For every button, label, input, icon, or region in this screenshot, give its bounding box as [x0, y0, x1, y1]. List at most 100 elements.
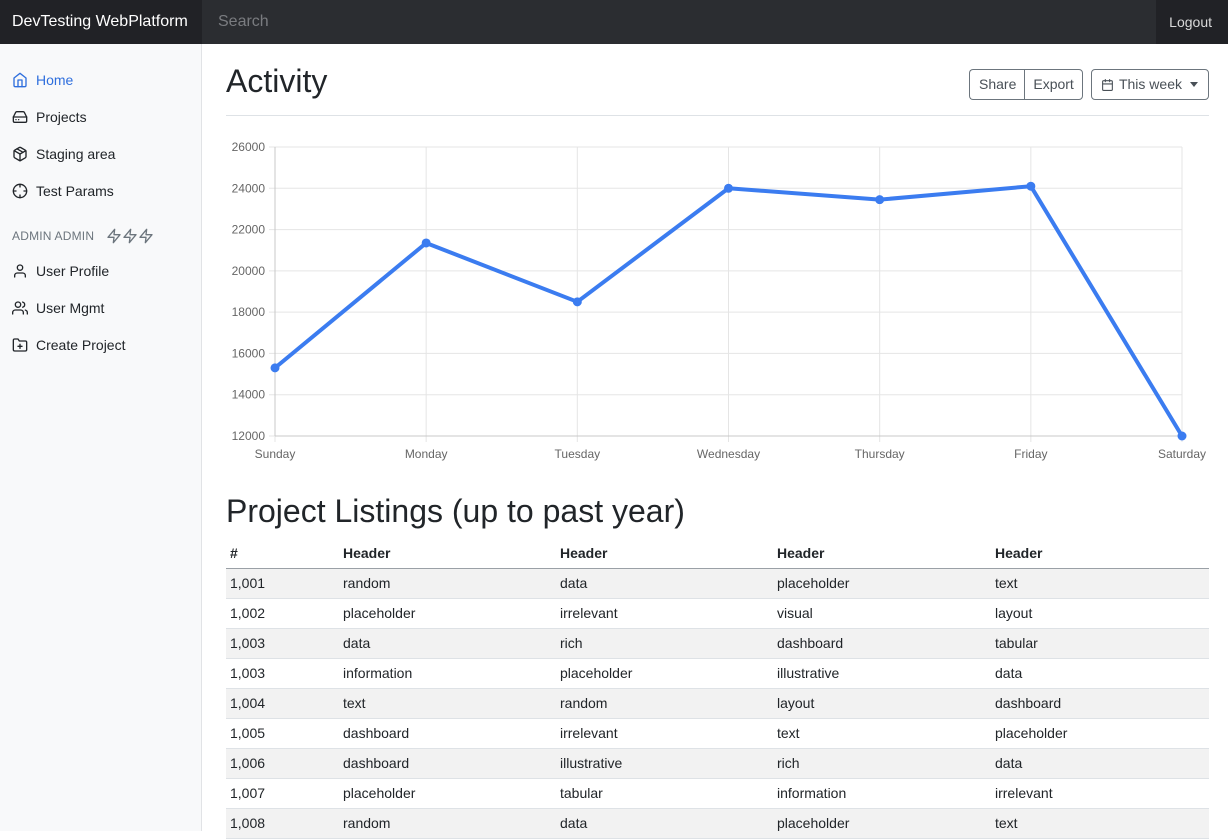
zap-icon [139, 228, 153, 244]
zap-icon [107, 228, 121, 244]
data-point [270, 363, 280, 373]
table-cell: illustrative [773, 658, 991, 689]
table-cell: placeholder [339, 598, 556, 629]
table-row: 1,003 information placeholder illustrative d… [226, 658, 1209, 689]
y-tick-label: 16000 [232, 346, 266, 360]
table-cell: random [339, 568, 556, 599]
y-tick-label: 22000 [232, 223, 266, 237]
table-cell: layout [773, 688, 991, 719]
table-cell: illustrative [556, 748, 773, 779]
page-header: Activity Share Export This week [226, 44, 1209, 116]
table-cell: placeholder [339, 778, 556, 809]
brand-link[interactable]: DevTesting WebPlatform [0, 0, 202, 44]
listings-title: Project Listings (up to past year) [226, 493, 685, 529]
logout-link[interactable]: Logout [1156, 0, 1228, 44]
table-cell: 1,006 [226, 748, 339, 779]
sidebar-item-test-params[interactable]: Test Params [0, 172, 201, 209]
folder-plus-icon [12, 337, 28, 352]
table-cell: irrelevant [991, 778, 1209, 809]
sidebar-item-create-project[interactable]: Create Project [0, 326, 201, 363]
table-cell: information [773, 778, 991, 809]
activity-chart: 26000 24000 22000 20000 18000 16000 14000 12000… [226, 136, 1209, 466]
column-header: Header [991, 538, 1209, 569]
page-title: Activity [226, 63, 328, 99]
zap-icon [123, 228, 137, 244]
data-point [572, 297, 582, 307]
sidebar-item-label: Home [36, 71, 74, 88]
table-row: 1,003 data rich dashboard tabular [226, 628, 1209, 659]
sidebar-item-home[interactable]: Home [0, 61, 201, 98]
x-tick-label: Wednesday [697, 447, 760, 461]
y-tick-label: 12000 [232, 429, 266, 443]
sidebar-item-user-profile[interactable]: User Profile [0, 252, 201, 289]
table-cell: visual [773, 598, 991, 629]
table-cell: text [339, 688, 556, 719]
table-cell: information [339, 658, 556, 689]
x-tick-label: Friday [1014, 447, 1047, 461]
search-input[interactable] [202, 0, 1156, 44]
share-button[interactable]: Share [969, 69, 1025, 100]
package-icon [13, 146, 27, 161]
table-cell: irrelevant [556, 598, 773, 629]
user-icon [14, 263, 26, 278]
table-cell: dashboard [991, 688, 1209, 719]
table-cell: tabular [991, 628, 1209, 659]
sidebar-item-label: Projects [36, 108, 87, 125]
export-button[interactable]: Export [1024, 69, 1083, 100]
table-cell: data [556, 568, 773, 599]
sidebar-item-label: User Mgmt [36, 299, 105, 316]
data-point [1026, 181, 1036, 191]
table-header-row: # Header Header Header Header [226, 538, 1209, 569]
table-cell: data [556, 808, 773, 839]
sidebar-item-staging-area[interactable]: Staging area [0, 135, 201, 172]
data-point [875, 195, 885, 205]
table-cell: rich [556, 628, 773, 659]
home-icon [13, 72, 27, 87]
table-cell: 1,004 [226, 688, 339, 719]
table-cell: text [773, 718, 991, 749]
table-cell: text [991, 568, 1209, 599]
x-tick-label: Saturday [1158, 447, 1206, 461]
sidebar-item-label: Create Project [36, 336, 126, 353]
table-row: 1,004 text random layout dashboard [226, 688, 1209, 719]
table-cell: 1,005 [226, 718, 339, 749]
table-cell: 1,002 [226, 598, 339, 629]
table-row: 1,005 dashboard irrelevant text placeholder [226, 718, 1209, 749]
table-cell: random [556, 688, 773, 719]
sidebar-item-projects[interactable]: Projects [0, 98, 201, 135]
y-tick-label: 20000 [232, 264, 266, 278]
x-tick-label: Thursday [855, 447, 905, 461]
table-cell: 1,007 [226, 778, 339, 809]
data-point [724, 183, 733, 193]
x-tick-label: Tuesday [555, 447, 601, 461]
table-cell: placeholder [556, 658, 773, 689]
sidebar-item-user-mgmt[interactable]: User Mgmt [0, 289, 201, 326]
top-navbar: DevTesting WebPlatform Logout [0, 0, 1228, 44]
hard-drive-icon [12, 110, 28, 123]
x-tick-label: Sunday [255, 447, 296, 461]
admin-nav: User Profile User Mgmt Create Project [0, 252, 201, 363]
data-point [421, 238, 431, 248]
main-content: Activity Share Export This week 26000 240… [226, 44, 1209, 839]
y-tick-label: 24000 [232, 181, 266, 195]
table-cell: placeholder [773, 808, 991, 839]
column-header: Header [773, 538, 991, 569]
y-tick-label: 26000 [232, 140, 266, 154]
sidebar-item-label: Test Params [36, 182, 114, 199]
date-range-dropdown[interactable]: This week [1091, 69, 1209, 100]
x-tick-label: Monday [405, 447, 448, 461]
admin-badges [106, 228, 154, 244]
table-cell: dashboard [773, 628, 991, 659]
sidebar-item-label: Staging area [36, 145, 116, 162]
table-cell: placeholder [991, 718, 1209, 749]
table-cell: placeholder [773, 568, 991, 599]
date-range-label: This week [1118, 76, 1182, 92]
admin-section-heading: ADMIN ADMIN [0, 226, 201, 246]
table-cell: tabular [556, 778, 773, 809]
table-row: 1,008 random data placeholder text [226, 808, 1209, 839]
column-header: Header [556, 538, 773, 569]
data-point [1177, 431, 1187, 441]
activity-chart-svg: 26000 24000 22000 20000 18000 16000 14000 12000… [232, 140, 1206, 461]
table-row: 1,006 dashboard illustrative rich data [226, 748, 1209, 779]
sidebar-nav: Home Projects Staging area Test Params [0, 44, 201, 209]
